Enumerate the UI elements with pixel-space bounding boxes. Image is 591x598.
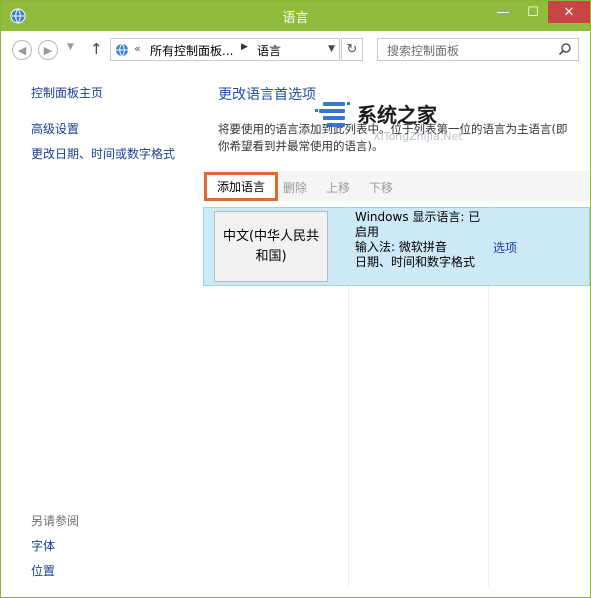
breadcrumb-all-control-panel[interactable]: 所有控制面板... [150,42,233,59]
close-button[interactable]: ✕ [548,1,590,23]
navigation-bar: ◀ ▶ ▼ ↑ « 所有控制面板... ▶ 语言 ▼ ↻ 搜索控制面板 [1,31,590,67]
move-down-button[interactable]: 下移 [369,179,393,196]
breadcrumb-overflow-icon[interactable]: « [134,42,141,55]
sidebar-link-advanced-settings[interactable]: 高级设置 [31,120,79,137]
forward-arrow-icon[interactable]: ▶ [38,40,58,60]
language-name-button[interactable]: 中文(中华人民共和国) [214,211,328,282]
title-bar[interactable]: 语言 — ☐ ✕ [1,1,590,31]
control-panel-icon [116,43,128,57]
address-dropdown-icon[interactable]: ▼ [328,44,335,54]
see-also-heading: 另请参阅 [31,514,80,528]
search-box[interactable]: 搜索控制面板 [377,38,579,61]
up-arrow-icon[interactable]: ↑ [90,40,103,58]
language-detail-display: Windows 显示语言: 已启用 [355,210,481,239]
maximize-button[interactable]: ☐ [518,1,548,23]
search-input[interactable]: 搜索控制面板 [387,42,459,59]
language-detail-format: 日期、时间和数字格式 [355,255,476,269]
address-bar[interactable]: « 所有控制面板... ▶ 语言 ▼ [110,38,340,61]
move-up-button[interactable]: 上移 [326,179,350,196]
language-list-item[interactable]: 中文(中华人民共和国) Windows 显示语言: 已启用 输入法: 微软拼音 … [203,207,590,286]
search-icon[interactable] [558,42,572,56]
back-arrow-icon[interactable]: ◀ [12,40,32,60]
language-window: 语言 — ☐ ✕ ◀ ▶ ▼ ↑ « 所有控制面板... ▶ 语言 ▼ ↻ 搜索… [0,0,591,598]
see-also-link-location[interactable]: 位置 [31,562,55,579]
minimize-button[interactable]: — [488,1,518,23]
breadcrumb-language[interactable]: 语言 [257,42,281,59]
watermark-url: XiTongZhiJia.Net [373,130,463,143]
remove-button[interactable]: 删除 [283,179,307,196]
recent-locations-chevron-icon[interactable]: ▼ [67,42,74,52]
language-toolbar: 添加语言 删除 上移 下移 [203,171,589,201]
sidebar-link-date-time-format[interactable]: 更改日期、时间或数字格式 [31,145,175,162]
see-also-link-fonts[interactable]: 字体 [31,537,55,554]
add-language-button[interactable]: 添加语言 [204,172,278,201]
watermark-logo: 系统之家 XiTongZhiJia.Net [315,102,463,143]
language-options-link[interactable]: 选项 [493,239,517,256]
language-detail-input-method: 输入法: 微软拼音 [355,240,447,254]
refresh-icon[interactable]: ↻ [341,38,363,61]
sidebar-link-control-panel-home[interactable]: 控制面板主页 [31,84,103,101]
page-title: 更改语言首选项 [218,87,316,103]
language-details: Windows 显示语言: 已启用 输入法: 微软拼音 日期、时间和数字格式 [355,210,487,270]
watermark-brand: 系统之家 [357,103,438,127]
breadcrumb-separator-icon[interactable]: ▶ [241,42,248,52]
